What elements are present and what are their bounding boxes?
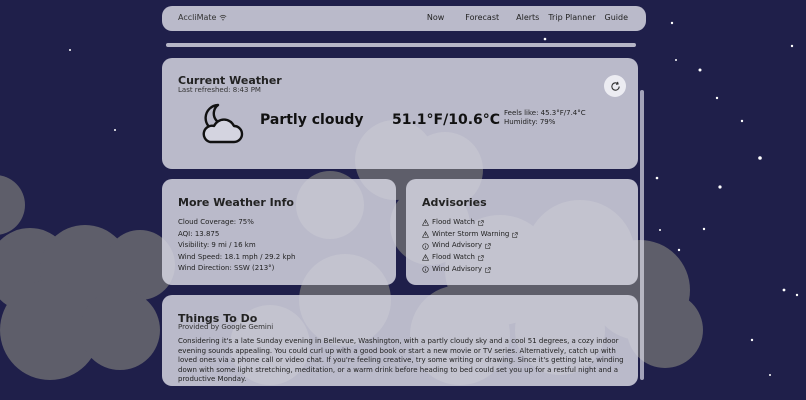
external-link-icon bbox=[512, 231, 519, 238]
cloud-coverage-text: Cloud Coverage: 75% bbox=[178, 218, 254, 226]
wind-speed-text: Wind Speed: 18.1 mph / 29.2 kph bbox=[178, 252, 296, 261]
external-link-icon bbox=[485, 266, 491, 273]
provider-text: Provided by Google Gemini bbox=[178, 323, 274, 331]
last-refreshed-text: Last refreshed: 8:43 PM bbox=[178, 86, 261, 94]
advisory-item[interactable]: Winter Storm Warning bbox=[422, 229, 519, 241]
advisory-label: Flood Watch bbox=[432, 253, 475, 262]
info-circle-icon bbox=[422, 243, 429, 250]
current-weather-card: Current Weather Last refreshed: 8:43 PM … bbox=[162, 58, 638, 169]
nav-link-trip-planner[interactable]: Trip Planner bbox=[548, 13, 595, 22]
advisory-item[interactable]: Flood Watch bbox=[422, 217, 518, 229]
nav-links: Now Forecast Alerts Trip Planner Guide bbox=[427, 13, 628, 22]
advisory-label: Winter Storm Warning bbox=[432, 229, 510, 238]
advisory-label: Wind Advisory bbox=[432, 241, 482, 250]
weather-info-list: Cloud Coverage: 75% AQI: 13.875 Visibili… bbox=[178, 217, 295, 275]
advisories-list: Flood Watch Winter Storm Warning Wind Ad… bbox=[422, 217, 519, 276]
info-circle-icon bbox=[422, 266, 429, 273]
advisory-label: Wind Advisory bbox=[432, 264, 482, 273]
brand-name: AccliMate bbox=[178, 13, 217, 22]
feels-like-block: Feels like: 45.3°F/7.4°C Humidity: 79% bbox=[504, 109, 586, 127]
advisories-card: Advisories Flood Watch Winter Storm Warn… bbox=[406, 179, 638, 285]
visibility-text: Visibility: 9 mi / 16 km bbox=[178, 241, 256, 249]
nav-link-guide[interactable]: Guide bbox=[605, 13, 629, 22]
nav-link-alerts[interactable]: Alerts bbox=[516, 13, 539, 22]
card-title: More Weather Info bbox=[178, 196, 294, 209]
advisory-item[interactable]: Wind Advisory bbox=[422, 240, 518, 252]
nav-link-forecast[interactable]: Forecast bbox=[465, 13, 499, 22]
partly-cloudy-night-icon bbox=[202, 103, 244, 144]
refresh-icon bbox=[610, 81, 620, 91]
wifi-icon bbox=[219, 14, 227, 21]
condition-text: Partly cloudy bbox=[260, 112, 364, 128]
advisory-item[interactable]: Wind Advisory bbox=[422, 264, 518, 276]
wind-direction-text: Wind Direction: SSW (213°) bbox=[178, 264, 275, 272]
things-to-do-card: Things To Do Provided by Google Gemini C… bbox=[162, 295, 638, 386]
external-link-icon bbox=[485, 243, 491, 249]
humidity-text: Humidity: 79% bbox=[504, 118, 556, 126]
warning-triangle-icon bbox=[422, 231, 429, 238]
refresh-button[interactable] bbox=[604, 75, 626, 97]
scrollbar[interactable] bbox=[640, 90, 644, 380]
warning-triangle-icon bbox=[422, 219, 429, 226]
advisory-label: Flood Watch bbox=[432, 218, 475, 226]
feels-like-text: Feels like: 45.3°F/7.4°C bbox=[504, 109, 586, 117]
brand-logo[interactable]: AccliMate bbox=[178, 13, 227, 22]
top-nav-bar: AccliMate Now Forecast Alerts Trip Plann… bbox=[162, 6, 646, 31]
warning-triangle-icon bbox=[422, 254, 429, 262]
advisory-item[interactable]: Flood Watch bbox=[422, 252, 518, 264]
more-weather-info-card: More Weather Info Cloud Coverage: 75% AQ… bbox=[162, 179, 396, 285]
aqi-text: AQI: 13.875 bbox=[178, 229, 220, 238]
external-link-icon bbox=[478, 220, 484, 226]
temperature-text: 51.1°F/10.6°C bbox=[392, 112, 501, 128]
suggestion-text: Considering it's a late Sunday evening i… bbox=[178, 337, 624, 383]
external-link-icon bbox=[478, 255, 484, 261]
card-title: Advisories bbox=[422, 196, 487, 209]
nav-link-now[interactable]: Now bbox=[427, 13, 444, 22]
collapsed-panel-edge bbox=[166, 43, 636, 47]
